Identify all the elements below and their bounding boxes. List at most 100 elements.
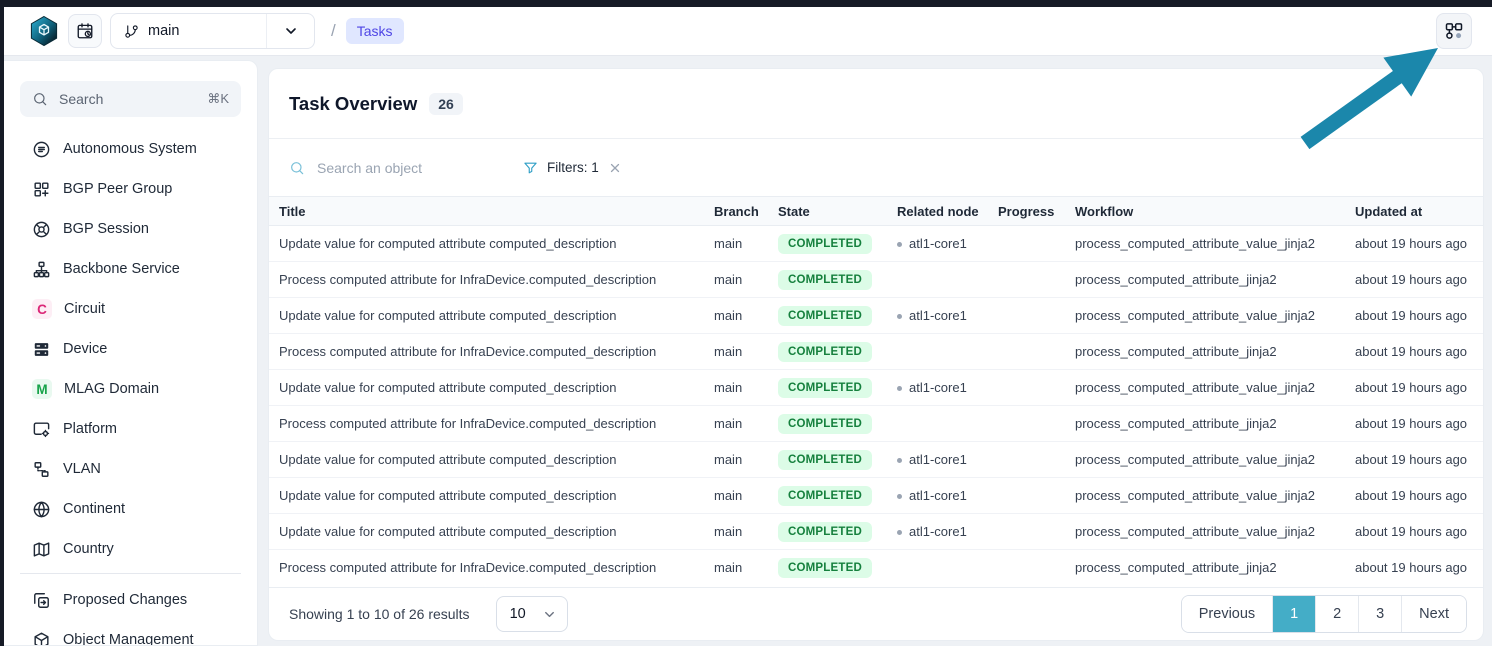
pagination-next[interactable]: Next <box>1401 596 1466 632</box>
status-badge: COMPLETED <box>778 450 872 470</box>
pagination-1[interactable]: 1 <box>1272 596 1315 632</box>
sidebar-item-backbone-service[interactable]: Backbone Service <box>4 249 257 289</box>
table-row[interactable]: Process computed attribute for InfraDevi… <box>269 550 1483 586</box>
sidebar-item-country[interactable]: Country <box>4 529 257 569</box>
sidebar-item-proposed-changes[interactable]: Proposed Changes <box>4 580 257 620</box>
table-row[interactable]: Process computed attribute for InfraDevi… <box>269 334 1483 370</box>
filters-bar: Filters: 1 <box>269 139 1483 196</box>
sidebar-search[interactable]: ⌘K <box>20 81 241 117</box>
sidebar-item-label: Platform <box>63 421 117 437</box>
sidebar-search-input[interactable] <box>57 90 198 108</box>
task-title: Update value for computed attribute comp… <box>269 226 714 262</box>
task-state: COMPLETED <box>778 514 897 550</box>
table-row[interactable]: Process computed attribute for InfraDevi… <box>269 406 1483 442</box>
table-row[interactable]: Update value for computed attribute comp… <box>269 370 1483 406</box>
branch-selector-toggle[interactable] <box>266 14 314 48</box>
table-footer: Showing 1 to 10 of 26 results 10 Previou… <box>269 587 1483 640</box>
task-count-badge: 26 <box>429 93 463 115</box>
schema-button[interactable] <box>1436 13 1472 49</box>
table-row[interactable]: Process computed attribute for InfraDevi… <box>269 262 1483 298</box>
server-icon <box>32 340 51 359</box>
column-header-updated-at: Updated at <box>1355 197 1483 226</box>
sidebar-nav: Autonomous SystemBGP Peer GroupBGP Sessi… <box>4 129 257 569</box>
sidebar-item-vlan[interactable]: VLAN <box>4 449 257 489</box>
task-title: Update value for computed attribute comp… <box>269 442 714 478</box>
task-title: Update value for computed attribute comp… <box>269 370 714 406</box>
sidebar-item-device[interactable]: Device <box>4 329 257 369</box>
table-row[interactable]: Update value for computed attribute comp… <box>269 514 1483 550</box>
task-progress <box>998 442 1075 478</box>
task-state: COMPLETED <box>778 226 897 262</box>
task-branch: main <box>714 226 778 262</box>
infrahub-logo[interactable] <box>28 15 60 47</box>
task-progress <box>998 298 1075 334</box>
column-header-progress: Progress <box>998 197 1075 226</box>
task-related-node: atl1-core1 <box>897 478 998 514</box>
breadcrumb-tasks[interactable]: Tasks <box>346 18 404 44</box>
results-summary: Showing 1 to 10 of 26 results <box>289 606 470 622</box>
sidebar-divider <box>20 573 241 574</box>
task-state: COMPLETED <box>778 442 897 478</box>
task-title: Update value for computed attribute comp… <box>269 478 714 514</box>
sidebar-item-label: Continent <box>63 501 125 517</box>
task-branch: main <box>714 406 778 442</box>
sidebar-item-continent[interactable]: Continent <box>4 489 257 529</box>
task-workflow: process_computed_attribute_value_jinja2 <box>1075 298 1355 334</box>
wheel-icon <box>32 220 51 239</box>
table-row[interactable]: Update value for computed attribute comp… <box>269 478 1483 514</box>
table-row[interactable]: Update value for computed attribute comp… <box>269 298 1483 334</box>
card-header: Task Overview 26 <box>269 69 1483 139</box>
status-badge: COMPLETED <box>778 378 872 398</box>
table-row[interactable]: Update value for computed attribute comp… <box>269 226 1483 262</box>
time-travel-button[interactable] <box>68 14 102 48</box>
search-icon <box>32 91 48 107</box>
task-related-node <box>897 406 998 442</box>
network-boxes-icon <box>32 460 51 479</box>
status-badge: COMPLETED <box>778 306 872 326</box>
page-title: Task Overview <box>289 93 417 115</box>
window-top-edge <box>0 0 1492 7</box>
task-branch: main <box>714 514 778 550</box>
sidebar-item-label: MLAG Domain <box>64 381 159 397</box>
task-updated-at: about 19 hours ago <box>1355 298 1483 334</box>
pagination-3[interactable]: 3 <box>1358 596 1401 632</box>
pagination-2[interactable]: 2 <box>1315 596 1358 632</box>
task-related-node <box>897 334 998 370</box>
sidebar-item-bgp-session[interactable]: BGP Session <box>4 209 257 249</box>
sidebar-item-mlag-domain[interactable]: MMLAG Domain <box>4 369 257 409</box>
sidebar-item-label: Object Management <box>63 632 194 646</box>
globe-icon <box>32 500 51 519</box>
sidebar-item-label: Circuit <box>64 301 105 317</box>
node-dot-icon <box>897 314 902 319</box>
circle-list-icon <box>32 140 51 159</box>
node-dot-icon <box>897 458 902 463</box>
clear-filters-icon[interactable] <box>608 161 622 175</box>
task-workflow: process_computed_attribute_value_jinja2 <box>1075 226 1355 262</box>
sidebar-item-bgp-peer-group[interactable]: BGP Peer Group <box>4 169 257 209</box>
task-title: Update value for computed attribute comp… <box>269 514 714 550</box>
task-related-node: atl1-core1 <box>897 442 998 478</box>
task-progress <box>998 334 1075 370</box>
sidebar-item-circuit[interactable]: CCircuit <box>4 289 257 329</box>
sidebar-item-label: Country <box>63 541 114 557</box>
object-search[interactable] <box>289 159 501 177</box>
object-search-input[interactable] <box>315 159 501 177</box>
task-state: COMPLETED <box>778 550 897 586</box>
sidebar-item-platform[interactable]: Platform <box>4 409 257 449</box>
task-overview-card: Task Overview 26 Filters: 1 <box>268 68 1484 641</box>
table-row[interactable]: Update value for computed attribute comp… <box>269 442 1483 478</box>
page-size-select[interactable]: 10 <box>496 596 568 632</box>
pagination-previous[interactable]: Previous <box>1182 596 1272 632</box>
task-state: COMPLETED <box>778 478 897 514</box>
filters-button[interactable]: Filters: 1 <box>523 160 622 175</box>
task-workflow: process_computed_attribute_jinja2 <box>1075 550 1355 586</box>
branch-selector[interactable]: main <box>110 13 315 49</box>
sidebar-item-label: Backbone Service <box>63 261 180 277</box>
sidebar-item-autonomous-system[interactable]: Autonomous System <box>4 129 257 169</box>
task-table: TitleBranchStateRelated nodeProgressWork… <box>269 196 1483 586</box>
app-root: main / Tasks ⌘K Autonomous SystemBGP Pee… <box>0 0 1492 646</box>
sidebar-item-object-management[interactable]: Object Management <box>4 620 257 646</box>
node-dot-icon <box>897 242 902 247</box>
task-progress <box>998 550 1075 586</box>
node-dot-icon <box>897 530 902 535</box>
